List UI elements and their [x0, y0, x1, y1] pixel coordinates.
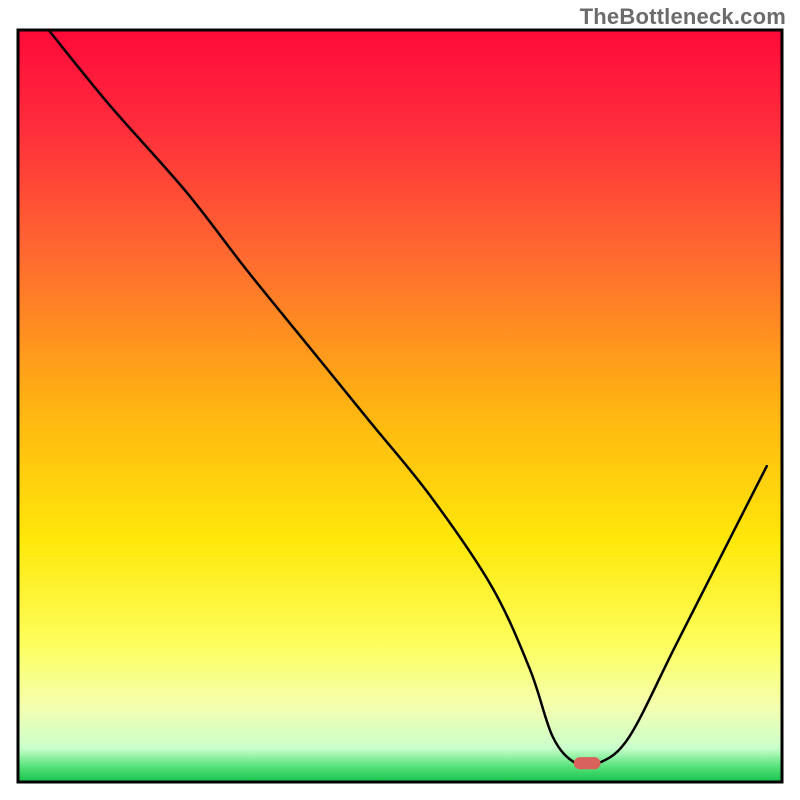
watermark-text: TheBottleneck.com: [580, 4, 786, 30]
bottleneck-chart: [0, 0, 800, 800]
plot-area: [18, 30, 782, 782]
chart-container: TheBottleneck.com: [0, 0, 800, 800]
optimal-marker: [574, 757, 601, 769]
gradient-background: [18, 30, 782, 782]
